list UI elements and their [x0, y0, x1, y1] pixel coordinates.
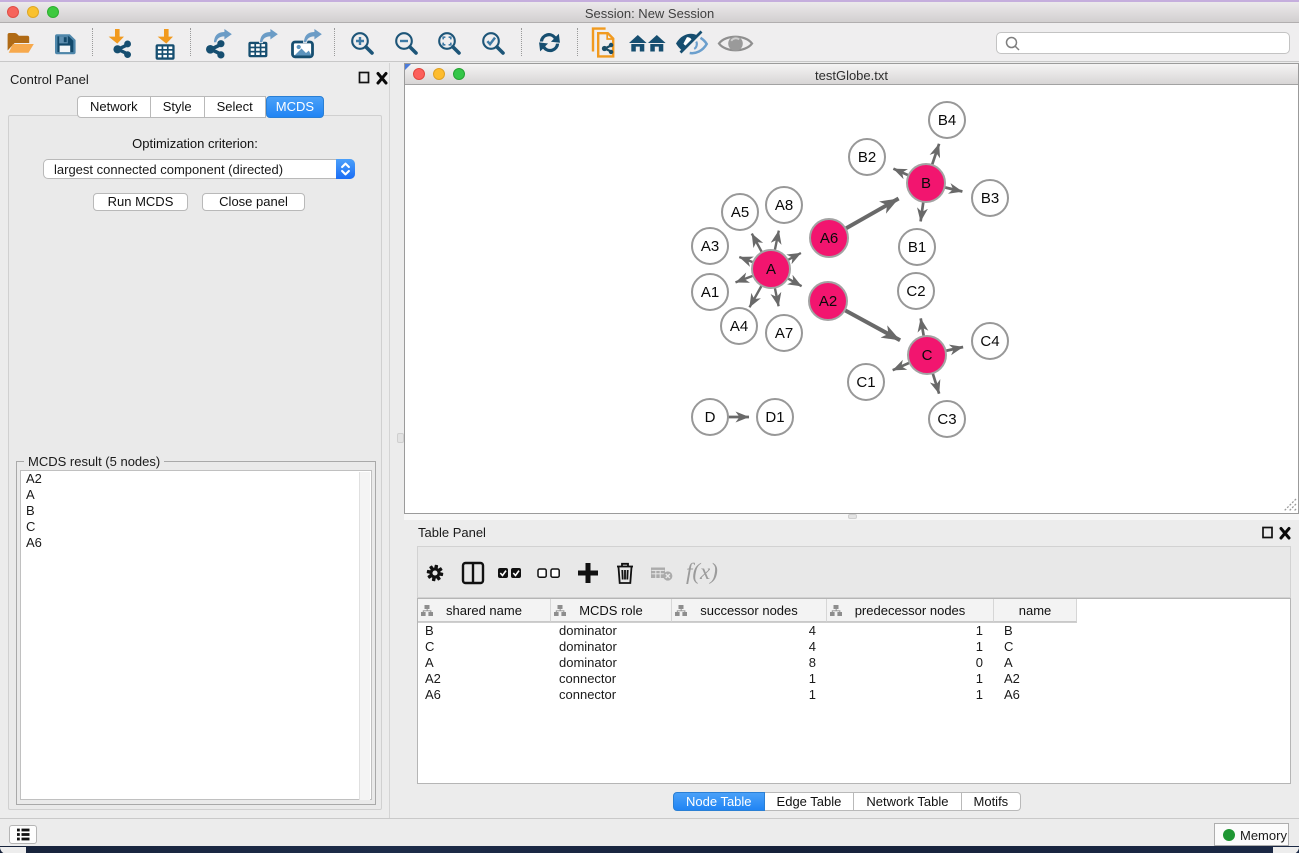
svg-text:A1: A1	[701, 284, 719, 301]
svg-text:C3: C3	[937, 411, 956, 428]
svg-text:B1: B1	[908, 239, 926, 256]
svg-text:A2: A2	[819, 293, 837, 310]
svg-text:A: A	[766, 261, 776, 278]
svg-text:C4: C4	[980, 333, 999, 350]
svg-text:A3: A3	[701, 238, 719, 255]
svg-text:C: C	[922, 347, 933, 364]
svg-text:A5: A5	[731, 204, 749, 221]
svg-text:A8: A8	[775, 197, 793, 214]
svg-text:C2: C2	[906, 283, 925, 300]
svg-text:B: B	[921, 175, 931, 192]
svg-text:A6: A6	[820, 230, 838, 247]
svg-text:A4: A4	[730, 318, 748, 335]
svg-text:D1: D1	[765, 409, 784, 426]
svg-text:A7: A7	[775, 325, 793, 342]
svg-text:B4: B4	[938, 112, 956, 129]
svg-text:B3: B3	[981, 190, 999, 207]
svg-text:D: D	[705, 409, 716, 426]
svg-text:C1: C1	[856, 374, 875, 391]
svg-text:B2: B2	[858, 149, 876, 166]
